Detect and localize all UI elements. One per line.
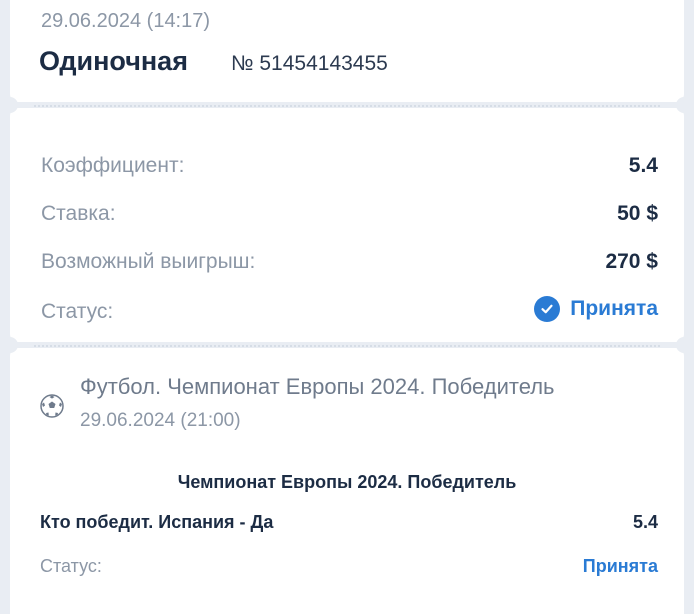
bet-datetime: 29.06.2024 (14:17) bbox=[41, 10, 211, 32]
odds-label: Коэффициент: bbox=[41, 154, 185, 177]
bet-number: № 51454143455 bbox=[231, 52, 388, 75]
outcome-label: Кто победит. Испания - Да bbox=[40, 512, 274, 532]
odds-value: 5.4 bbox=[628, 154, 658, 177]
perforation-divider bbox=[34, 345, 660, 347]
status-value: Принята bbox=[570, 297, 658, 320]
event-datetime: 29.06.2024 (21:00) bbox=[80, 410, 241, 431]
event-status-label: Статус: bbox=[40, 556, 102, 576]
ticket-notch bbox=[2, 97, 18, 113]
bet-type-title: Одиночная bbox=[39, 46, 188, 76]
ticket-notch bbox=[2, 337, 18, 353]
ticket-notch bbox=[676, 337, 692, 353]
bet-ticket: 29.06.2024 (14:17) Одиночная № 514541434… bbox=[2, 0, 692, 614]
possible-win-label: Возможный выигрыш: bbox=[41, 250, 256, 273]
event-status-value: Принята bbox=[582, 556, 658, 576]
ticket-notch bbox=[676, 97, 692, 113]
outcome-odds: 5.4 bbox=[632, 512, 658, 532]
stake-label: Ставка: bbox=[41, 202, 116, 225]
status-badge: Принята bbox=[534, 296, 658, 322]
possible-win-value: 270 $ bbox=[605, 250, 658, 273]
perforation-divider bbox=[34, 105, 660, 107]
football-icon bbox=[40, 394, 64, 418]
market-title: Чемпионат Европы 2024. Победитель bbox=[177, 472, 517, 492]
stake-value: 50 $ bbox=[617, 202, 658, 225]
status-label: Статус: bbox=[41, 300, 114, 323]
event-title: Футбол. Чемпионат Европы 2024. Победител… bbox=[80, 374, 555, 399]
check-circle-icon bbox=[534, 296, 561, 322]
